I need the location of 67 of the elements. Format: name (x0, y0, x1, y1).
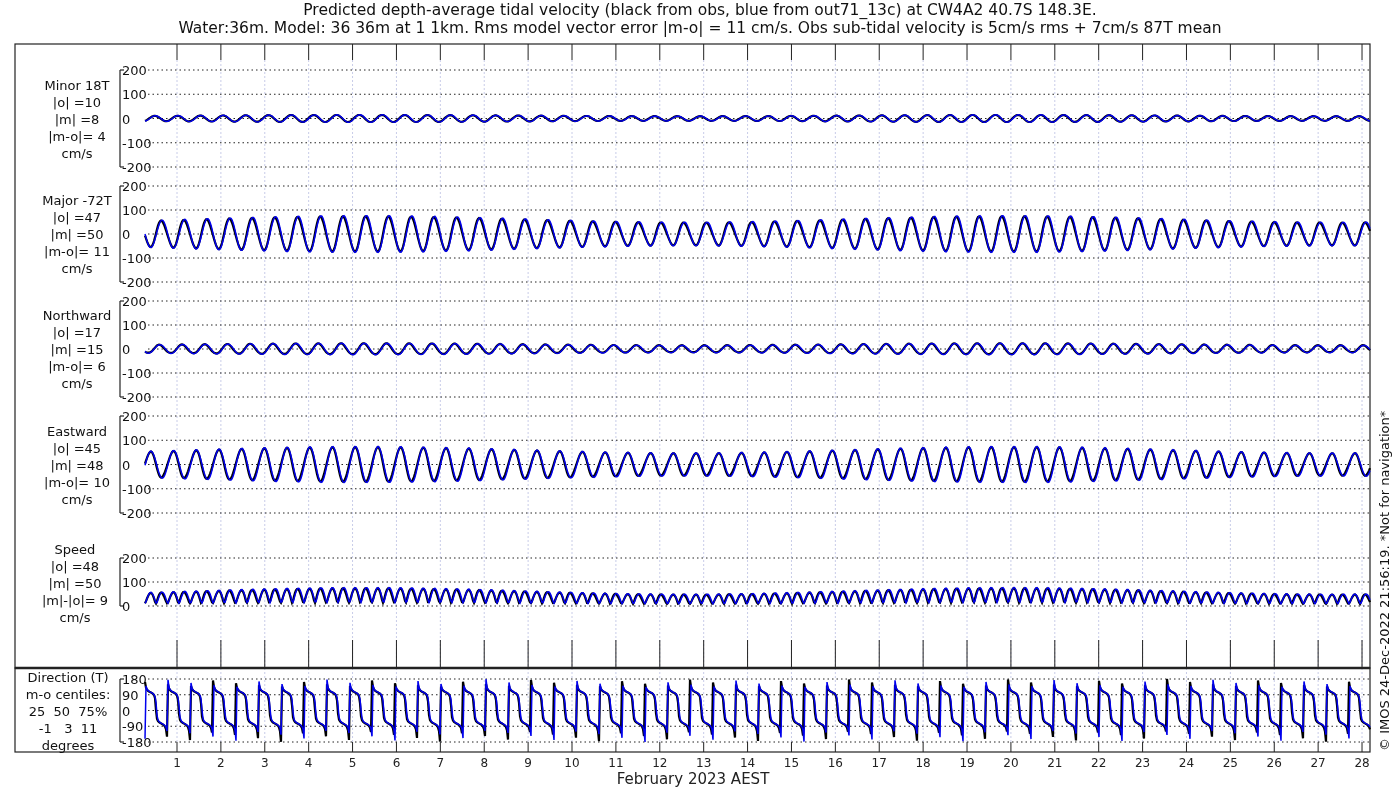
y-tick-label: 200 (122, 179, 147, 194)
x-tick-label: 12 (652, 756, 668, 770)
x-tick-label: 9 (524, 756, 532, 770)
x-tick-label: 4 (304, 756, 313, 770)
x-tick-label: 2 (217, 756, 225, 770)
x-tick-label: 15 (783, 756, 800, 770)
y-tick-label: 0 (122, 342, 131, 357)
x-axis-title: February 2023 AEST (616, 770, 770, 788)
y-tick-label: 90 (122, 687, 139, 703)
y-axis (119, 557, 125, 607)
panel-label: Minor 18T |o| =10 |m| =8 |m-o|= 4 cm/s (44, 77, 110, 161)
y-tick-label: -200 (122, 390, 152, 405)
y-tick-label: -100 (122, 366, 152, 381)
x-tick-label: 13 (696, 756, 712, 770)
x-tick-label: 23 (1134, 756, 1151, 770)
x-tick-label: 19 (959, 756, 975, 770)
chart-title: Water:36m. Model: 36 36m at 1 1km. Rms model vector error |m-o| = 11 cm/s. Obs sub-tidal velocity is 5cm/s rms + 7cm/s 87T mean (178, 19, 1222, 37)
y-tick-label: 100 (122, 318, 147, 333)
x-tick-label: 20 (1003, 756, 1019, 770)
y-tick-label: 200 (122, 409, 147, 424)
chart-title: Predicted depth-average tidal velocity (black from obs, blue from out71_13c) at CW4A2 40.7S 148.3E. (303, 1, 1097, 19)
x-tick-label: 18 (915, 756, 931, 770)
y-tick-label: -100 (122, 135, 152, 151)
y-tick-label: 200 (122, 551, 147, 566)
panel-label: Major -72T |o| =47 |m| =50 |m-o|= 11 cm/s (42, 193, 112, 276)
x-tick-label: 16 (827, 756, 843, 770)
y-tick-label: -90 (122, 719, 144, 735)
x-tick-label: 25 (1222, 756, 1238, 770)
copyright-note: © IMOS 24-Dec-2022 21:56:19. *Not for navigation* (1377, 410, 1392, 751)
panel-label: Direction (T) m-o centiles: 25 50 75% -1 3 11 degrees (25, 669, 111, 753)
x-tick-label: 26 (1266, 756, 1282, 770)
y-tick-label: 180 (122, 672, 147, 687)
y-tick-label: -200 (122, 160, 152, 175)
x-tick-label: 14 (739, 756, 756, 770)
x-tick-label: 27 (1310, 756, 1326, 770)
y-tick-label: -200 (122, 506, 152, 521)
panel-label: Northward |o| =17 |m| =15 |m-o|= 6 cm/s (42, 308, 112, 391)
y-tick-label: 100 (122, 575, 147, 590)
x-tick-label: 21 (1047, 756, 1063, 770)
y-tick-label: 0 (122, 703, 131, 719)
x-tick-label: 7 (436, 756, 445, 770)
x-tick-label: 6 (392, 756, 401, 770)
x-tick-label: 22 (1091, 756, 1107, 770)
x-tick-label: 17 (871, 756, 887, 770)
y-tick-label: 100 (122, 87, 147, 103)
y-tick-label: -180 (122, 735, 152, 750)
x-tick-label: 11 (608, 756, 624, 770)
y-tick-label: -100 (122, 251, 152, 266)
x-tick-label: 28 (1354, 756, 1370, 770)
y-tick-label: 200 (122, 63, 147, 78)
y-tick-label: -200 (122, 275, 152, 290)
x-tick-label: 24 (1178, 756, 1195, 770)
x-tick-label: 10 (564, 756, 580, 770)
panel-label: Speed |o| =48 |m| =50 |m|-|o|= 9 cm/s (41, 542, 109, 625)
x-tick-label: 3 (260, 756, 269, 770)
y-tick-label: 200 (122, 294, 147, 309)
x-tick-label: 8 (480, 756, 489, 770)
y-tick-label: 0 (122, 457, 131, 473)
y-tick-label: 0 (122, 599, 131, 614)
y-tick-label: 100 (122, 433, 147, 449)
y-tick-label: 0 (122, 111, 131, 127)
y-tick-label: 0 (122, 227, 131, 242)
panel-label: Eastward |o| =45 |m| =48 |m-o|= 10 cm/s (44, 423, 110, 507)
x-tick-label: 5 (348, 756, 357, 770)
y-tick-label: 100 (122, 203, 147, 218)
y-tick-label: -100 (122, 481, 152, 497)
x-tick-label: 1 (173, 756, 181, 770)
